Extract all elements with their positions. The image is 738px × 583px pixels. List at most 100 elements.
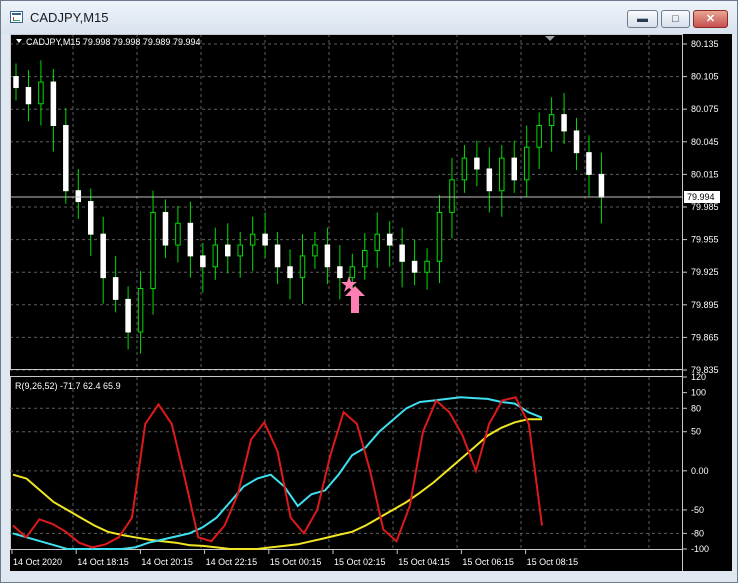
candle-body <box>150 211 156 289</box>
price-tick-label: 80.105 <box>691 72 719 82</box>
main-chart-info: CADJPY,M15 79.998 79.998 79.989 79.994 <box>26 37 200 47</box>
candle-body <box>287 266 293 279</box>
collapse-triangle-icon[interactable] <box>16 39 22 43</box>
time-tick-label: 15 Oct 08:15 <box>527 557 579 567</box>
candle-body <box>449 179 455 213</box>
candle-body <box>474 157 480 170</box>
chart-canvas[interactable]: CADJPY,M15 79.998 79.998 79.989 79.994 8… <box>10 34 732 571</box>
price-tick-label: 80.015 <box>691 169 719 179</box>
candle-body <box>598 173 605 198</box>
indicator-tick-label: -50 <box>691 505 704 515</box>
candle-body <box>536 125 542 148</box>
time-tick-label: 14 Oct 22:15 <box>206 557 258 567</box>
candle-body <box>586 152 592 175</box>
candle-body <box>38 81 44 105</box>
candle-body <box>87 201 94 235</box>
candle-body <box>100 233 106 279</box>
maximize-button[interactable]: □ <box>661 10 690 28</box>
indicator-tick-label: 100 <box>691 388 706 398</box>
chart-shift-icon[interactable] <box>545 36 555 41</box>
candle-body <box>299 255 306 279</box>
price-tick-label: 80.045 <box>691 137 719 147</box>
chart-grid <box>10 34 682 371</box>
candle-body <box>175 222 181 246</box>
candle-body <box>337 266 343 279</box>
time-axis: 14 Oct 2020 14 Oct 18:15 14 Oct 20:15 14 Oc… <box>11 549 579 567</box>
time-tick-label: 15 Oct 04:15 <box>398 557 450 567</box>
price-axis: 80.13580.10580.07580.04580.01579.98579.9… <box>682 39 719 375</box>
candle-body <box>511 157 517 181</box>
indicator-tick-label: 120 <box>691 372 706 382</box>
plot-borders <box>10 34 683 571</box>
candle-body <box>374 233 380 251</box>
candle-body <box>548 114 555 126</box>
price-tick-label: 79.955 <box>691 235 719 245</box>
time-tick-label: 15 Oct 06:15 <box>462 557 514 567</box>
candle-body <box>237 244 243 257</box>
chart-window-icon <box>10 11 23 23</box>
candle-body <box>249 233 256 246</box>
current-price-label: 79.994 <box>687 192 715 202</box>
chart-area[interactable]: CADJPY,M15 79.998 79.998 79.989 79.994 8… <box>10 34 732 571</box>
candle-body <box>274 244 281 268</box>
up-arrow-icon <box>345 286 365 313</box>
candle-body <box>424 260 430 273</box>
candle-body <box>561 114 567 132</box>
candle-body <box>125 298 131 333</box>
indicator-lines <box>12 396 543 550</box>
candle-body <box>362 249 368 268</box>
time-tick-label: 14 Oct 20:15 <box>141 557 193 567</box>
time-tick-label: 14 Oct 2020 <box>13 557 62 567</box>
candle-body <box>386 233 393 246</box>
candle-body <box>75 190 82 203</box>
candle-body <box>573 130 580 154</box>
candle-body <box>112 277 119 300</box>
candle-body <box>137 288 144 333</box>
candle-body <box>324 244 331 268</box>
indicator-tick-label: -80 <box>691 528 704 538</box>
price-tick-label: 79.865 <box>691 332 719 342</box>
candle-body <box>200 255 206 268</box>
terminal-window: CADJPY,M15 ▬ □ ✕ CADJPY,M15 79.998 79.99… <box>0 0 738 583</box>
indicator-tick-label: -100 <box>691 544 709 554</box>
window-title: CADJPY,M15 <box>30 10 109 25</box>
candle-body <box>411 260 418 273</box>
indicator-info: R(9,26,52) -71.7 62.4 65.9 <box>15 381 121 391</box>
price-tick-label: 79.925 <box>691 267 719 277</box>
candle-body <box>63 125 69 192</box>
candle-body <box>499 157 505 192</box>
candle-body <box>523 146 530 181</box>
candle-body <box>50 81 57 126</box>
price-tick-label: 79.985 <box>691 202 719 212</box>
indicator-tick-label: 80 <box>691 403 701 413</box>
candle-body <box>486 168 493 192</box>
candle-body <box>399 244 405 262</box>
indicator-line <box>12 418 542 550</box>
time-tick-label: 15 Oct 02:15 <box>334 557 386 567</box>
candle-body <box>312 244 318 257</box>
title-bar[interactable]: CADJPY,M15 ▬ □ ✕ <box>1 1 737 34</box>
price-tick-label: 80.135 <box>691 39 719 49</box>
main-info: CADJPY,M15 79.998 79.998 79.989 79.994 <box>16 37 200 47</box>
candle-body <box>212 244 219 268</box>
price-tick-label: 80.075 <box>691 104 719 114</box>
time-tick-label: 14 Oct 18:15 <box>77 557 129 567</box>
indicator-tick-label: 0.00 <box>691 466 709 476</box>
close-button[interactable]: ✕ <box>693 10 728 28</box>
indicator-tick-label: 50 <box>691 427 701 437</box>
indicator-line <box>12 396 543 550</box>
candle-body <box>461 157 468 181</box>
candle-body <box>225 244 231 257</box>
indicator-axis: 120 100 80 50 0.00 -50 -80 -100 <box>682 372 709 554</box>
candle-body <box>25 86 32 105</box>
candle-body <box>436 211 443 262</box>
candle-body <box>262 233 268 246</box>
time-tick-label: 15 Oct 00:15 <box>270 557 322 567</box>
current-price-box: 79.994 <box>684 191 720 203</box>
price-tick-label: 79.895 <box>691 300 719 310</box>
candle-body <box>13 76 19 88</box>
candle-body <box>187 222 194 257</box>
candle-body <box>162 211 169 246</box>
minimize-button[interactable]: ▬ <box>627 10 658 28</box>
candle-body <box>349 266 356 279</box>
